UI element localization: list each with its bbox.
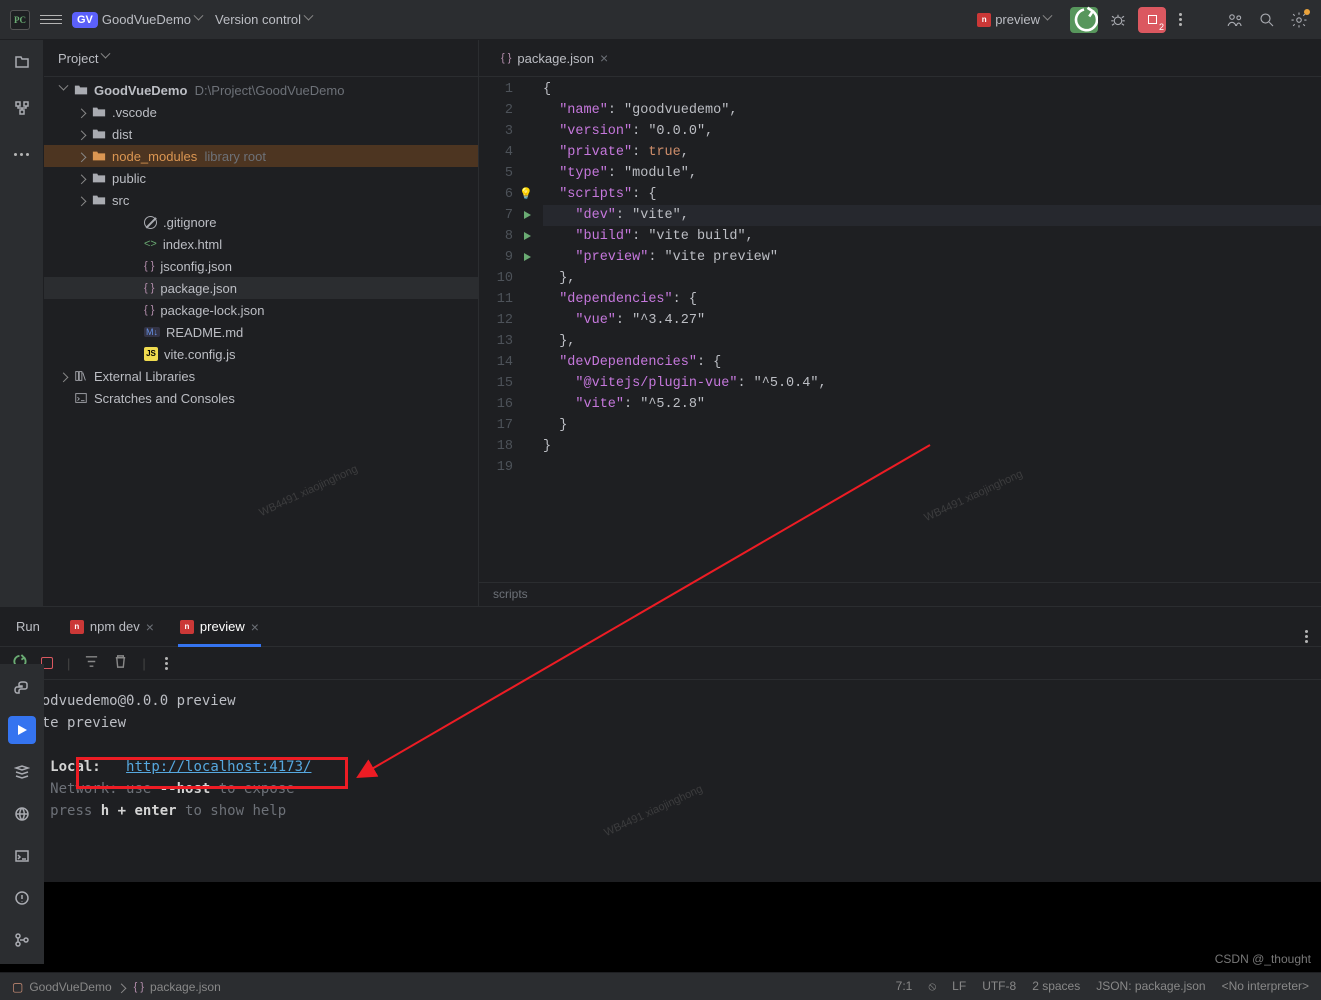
editor-tabs: { } package.json × — [479, 40, 1321, 77]
interpreter[interactable]: <No interpreter> — [1222, 979, 1309, 994]
run-config-selector[interactable]: n preview — [969, 8, 1062, 31]
tree-item[interactable]: src — [44, 189, 478, 211]
close-tab-icon[interactable]: × — [600, 50, 608, 66]
vcs-icon[interactable] — [8, 926, 36, 954]
main-menu-icon[interactable] — [40, 9, 62, 31]
json-icon: { } — [501, 52, 511, 64]
csdn-watermark: CSDN @_thought — [1215, 952, 1311, 966]
code-with-me-icon[interactable] — [1223, 8, 1247, 32]
npm-icon: n — [70, 620, 84, 634]
editor: { } package.json × 123456789101112131415… — [479, 40, 1321, 606]
tree-item[interactable]: .gitignore — [44, 211, 478, 233]
ide-logo: PC — [10, 10, 30, 30]
editor-breadcrumb[interactable]: scripts — [479, 582, 1321, 606]
indent[interactable]: 2 spaces — [1032, 979, 1080, 994]
editor-tab[interactable]: { } package.json × — [491, 40, 618, 77]
scratches-consoles[interactable]: Scratches and Consoles — [44, 387, 478, 409]
more-actions-icon[interactable] — [1174, 8, 1187, 31]
debug-button[interactable] — [1106, 8, 1130, 32]
status-project[interactable]: GoodVueDemo — [29, 980, 111, 994]
tree-item[interactable]: dist — [44, 123, 478, 145]
line-sep[interactable]: LF — [952, 979, 966, 994]
console-output[interactable]: > > goodvuedemo@0.0.0 previewgoodvuedemo… — [0, 680, 1321, 882]
project-name: GoodVueDemo — [102, 12, 191, 27]
structure-tool-icon[interactable] — [8, 94, 36, 122]
file-lang[interactable]: JSON: package.json — [1096, 979, 1205, 994]
run-more-icon[interactable] — [1300, 625, 1313, 648]
tree-item[interactable]: JSvite.config.js — [44, 343, 478, 365]
tree-item[interactable]: node_modules library root — [44, 145, 478, 167]
vcs-menu[interactable]: Version control — [215, 12, 315, 27]
tree-item[interactable]: <>index.html — [44, 233, 478, 255]
bottom-tool-rail — [0, 664, 44, 964]
python-console-icon[interactable] — [8, 674, 36, 702]
more-tools-icon[interactable] — [8, 140, 36, 168]
project-tool-icon[interactable] — [8, 48, 36, 76]
tree-item[interactable]: public — [44, 167, 478, 189]
filter-icon[interactable] — [84, 654, 99, 672]
run-toolbar: | | — [0, 646, 1321, 680]
run-tab-npm-dev[interactable]: n npm dev × — [60, 607, 164, 647]
status-bar: ▢ GoodVueDemo { } package.json 7:1 ⦸ LF … — [0, 972, 1321, 1000]
encoding[interactable]: UTF-8 — [982, 979, 1016, 994]
tree-item[interactable]: { }jsconfig.json — [44, 255, 478, 277]
run-icon[interactable] — [8, 716, 36, 744]
project-tree: GoodVueDemo D:\Project\GoodVueDemo .vsco… — [44, 77, 478, 409]
run-tool-window: Run n npm dev × n preview × | | > > good… — [0, 606, 1321, 882]
toolbar-more-icon[interactable] — [160, 652, 173, 675]
caret-pos[interactable]: 7:1 — [896, 979, 913, 994]
services-icon[interactable] — [8, 758, 36, 786]
close-icon[interactable]: × — [251, 619, 259, 635]
readonly-icon[interactable]: ⦸ — [928, 979, 936, 994]
left-tool-rail — [0, 40, 44, 606]
run-title: Run — [16, 619, 40, 634]
project-selector[interactable]: GV GoodVueDemo — [72, 12, 205, 28]
local-url-link[interactable]: http://localhost:4173/ — [126, 759, 311, 775]
terminal-icon[interactable] — [8, 842, 36, 870]
titlebar: PC GV GoodVueDemo Version control n prev… — [0, 0, 1321, 40]
run-button[interactable] — [1070, 7, 1098, 33]
tree-item[interactable]: M↓README.md — [44, 321, 478, 343]
status-file[interactable]: package.json — [150, 980, 221, 994]
npm-icon: n — [180, 620, 194, 634]
project-header[interactable]: Project — [44, 40, 478, 77]
search-icon[interactable] — [1255, 8, 1279, 32]
project-tool-window: Project GoodVueDemo D:\Project\GoodVueDe… — [44, 40, 479, 606]
npm-icon: n — [977, 13, 991, 27]
close-icon[interactable]: × — [146, 619, 154, 635]
tree-item[interactable]: .vscode — [44, 101, 478, 123]
settings-icon[interactable] — [1287, 8, 1311, 32]
tree-item[interactable]: { }package-lock.json — [44, 299, 478, 321]
python-packages-icon[interactable] — [8, 800, 36, 828]
project-badge: GV — [72, 12, 98, 28]
code-area[interactable]: 12345678910111213141516171819 { "name": … — [479, 77, 1321, 582]
trash-icon[interactable] — [113, 654, 128, 672]
stop-button[interactable]: 2 — [1138, 7, 1166, 33]
tree-root[interactable]: GoodVueDemo D:\Project\GoodVueDemo — [44, 79, 478, 101]
run-tab-preview[interactable]: n preview × — [170, 607, 269, 647]
tree-item[interactable]: { }package.json — [44, 277, 478, 299]
external-libraries[interactable]: External Libraries — [44, 365, 478, 387]
problems-icon[interactable] — [8, 884, 36, 912]
